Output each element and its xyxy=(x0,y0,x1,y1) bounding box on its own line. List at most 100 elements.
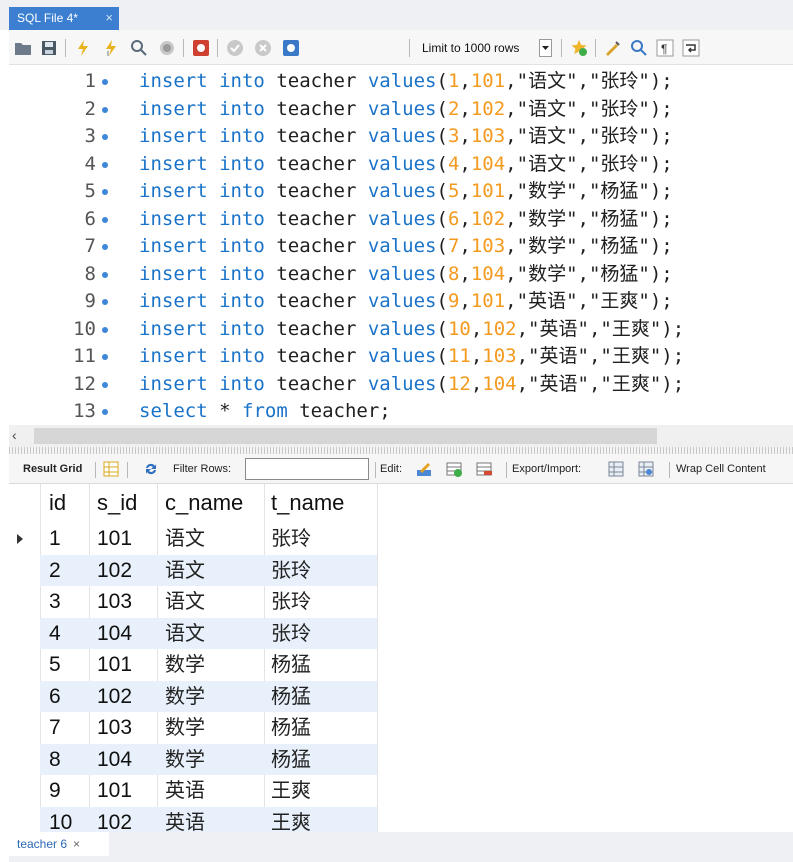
delete-row-icon[interactable] xyxy=(475,460,493,478)
result-tab-close-icon[interactable]: × xyxy=(73,837,80,851)
editor-line[interactable]: 4 insert into teacher values(4,104,"语文","… xyxy=(9,151,793,178)
execute-icon[interactable] xyxy=(73,38,93,58)
table-cell-t-name[interactable]: 杨猛 xyxy=(271,744,311,775)
table-row[interactable]: 9 101 英语 王爽 xyxy=(40,775,377,807)
table-cell-s-id[interactable]: 103 xyxy=(97,712,132,743)
table-cell-t-name[interactable]: 张玲 xyxy=(271,586,311,617)
explain-icon[interactable] xyxy=(129,38,149,58)
stop-icon[interactable] xyxy=(157,38,177,58)
invisible-chars-icon[interactable]: ¶ xyxy=(655,38,675,58)
table-cell-s-id[interactable]: 102 xyxy=(97,681,132,712)
wrap-cell-content-toggle[interactable]: Wrap Cell Content xyxy=(676,463,766,476)
table-cell-s-id[interactable]: 104 xyxy=(97,618,132,649)
execute-current-icon[interactable]: I xyxy=(101,38,121,58)
result-tab-teacher-6[interactable]: teacher 6 × xyxy=(9,832,109,856)
table-row[interactable]: 4 104 语文 张玲 xyxy=(40,617,377,649)
export-icon[interactable] xyxy=(607,460,625,478)
table-row[interactable]: 7 103 数学 杨猛 xyxy=(40,712,377,744)
table-cell-c-name[interactable]: 语文 xyxy=(165,523,205,554)
tab-sql-file-4[interactable]: SQL File 4* × xyxy=(9,7,119,30)
table-cell-c-name[interactable]: 数学 xyxy=(165,649,205,680)
table-cell-s-id[interactable]: 101 xyxy=(97,775,132,806)
table-cell-c-name[interactable]: 语文 xyxy=(165,555,205,586)
table-cell-t-name[interactable]: 张玲 xyxy=(271,523,311,554)
table-cell-c-name[interactable]: 数学 xyxy=(165,681,205,712)
table-cell-c-name[interactable]: 数学 xyxy=(165,712,205,743)
table-cell-t-name[interactable]: 王爽 xyxy=(271,775,311,806)
toggle-continue-icon[interactable] xyxy=(191,38,211,58)
table-row[interactable]: 6 102 数学 杨猛 xyxy=(40,680,377,712)
scroll-left-icon[interactable]: ‹ xyxy=(12,427,17,443)
editor-line[interactable]: 7 insert into teacher values(7,103,"数学","… xyxy=(9,233,793,260)
commit-icon[interactable] xyxy=(225,38,245,58)
beautify-icon[interactable] xyxy=(603,38,623,58)
table-cell-t-name[interactable]: 杨猛 xyxy=(271,681,311,712)
table-row[interactable]: 5 101 数学 杨猛 xyxy=(40,649,377,681)
save-icon[interactable] xyxy=(39,38,59,58)
wrap-icon[interactable] xyxy=(681,38,701,58)
table-cell-s-id[interactable]: 102 xyxy=(97,555,132,586)
table-cell-t-name[interactable]: 张玲 xyxy=(271,555,311,586)
editor-line[interactable]: 3 insert into teacher values(3,103,"语文","… xyxy=(9,123,793,150)
edit-row-icon[interactable] xyxy=(415,460,433,478)
editor-line[interactable]: 6 insert into teacher values(6,102,"数学","… xyxy=(9,206,793,233)
table-cell-id[interactable]: 3 xyxy=(49,586,61,617)
table-cell-c-name[interactable]: 英语 xyxy=(165,775,205,806)
column-header-id[interactable]: id xyxy=(49,484,66,522)
import-icon[interactable] xyxy=(637,460,655,478)
editor-line[interactable]: 10 insert into teacher values(10,102,"英语"… xyxy=(9,316,793,343)
table-cell-t-name[interactable]: 杨猛 xyxy=(271,649,311,680)
editor-tab-strip: SQL File 4* × xyxy=(0,0,793,30)
column-header-s-id[interactable]: s_id xyxy=(97,484,137,522)
table-cell-t-name[interactable]: 杨猛 xyxy=(271,712,311,743)
add-snippet-icon[interactable] xyxy=(569,38,589,58)
limit-dropdown-icon[interactable] xyxy=(539,39,552,57)
editor-line[interactable]: 11 insert into teacher values(11,103,"英语"… xyxy=(9,343,793,370)
insert-row-icon[interactable] xyxy=(445,460,463,478)
table-cell-id[interactable]: 9 xyxy=(49,775,61,806)
table-cell-id[interactable]: 5 xyxy=(49,649,61,680)
scrollbar-thumb[interactable] xyxy=(34,428,657,444)
grid-view-icon[interactable] xyxy=(102,460,120,478)
editor-line[interactable]: 13 select * from teacher; xyxy=(9,398,793,425)
editor-line[interactable]: 5 insert into teacher values(5,101,"数学","… xyxy=(9,178,793,205)
table-cell-id[interactable]: 7 xyxy=(49,712,61,743)
table-cell-id[interactable]: 4 xyxy=(49,618,61,649)
find-icon[interactable] xyxy=(629,38,649,58)
limit-rows-select[interactable]: Limit to 1000 rows xyxy=(422,39,519,57)
table-cell-s-id[interactable]: 103 xyxy=(97,586,132,617)
editor-line[interactable]: 12 insert into teacher values(12,104,"英语"… xyxy=(9,371,793,398)
autocommit-icon[interactable] xyxy=(281,38,301,58)
sql-editor[interactable]: 1 insert into teacher values(1,101,"语文","… xyxy=(9,65,793,425)
table-cell-id[interactable]: 6 xyxy=(49,681,61,712)
table-cell-c-name[interactable]: 语文 xyxy=(165,586,205,617)
editor-line[interactable]: 2 insert into teacher values(2,102,"语文","… xyxy=(9,96,793,123)
editor-horizontal-scrollbar[interactable]: ‹ xyxy=(9,425,793,447)
open-folder-icon[interactable] xyxy=(13,38,33,58)
editor-line[interactable]: 1 insert into teacher values(1,101,"语文","… xyxy=(9,68,793,95)
rollback-icon[interactable] xyxy=(253,38,273,58)
table-row[interactable]: 1 101 语文 张玲 xyxy=(40,523,377,555)
table-cell-s-id[interactable]: 104 xyxy=(97,744,132,775)
table-row[interactable]: 3 103 语文 张玲 xyxy=(40,586,377,618)
tab-close-icon[interactable]: × xyxy=(105,7,113,29)
column-header-t-name[interactable]: t_name xyxy=(271,484,344,522)
result-grid-button[interactable]: Result Grid xyxy=(23,463,82,476)
editor-line[interactable]: 8 insert into teacher values(8,104,"数学","… xyxy=(9,261,793,288)
panel-splitter[interactable] xyxy=(9,447,793,454)
table-row[interactable]: 2 102 语文 张玲 xyxy=(40,554,377,586)
column-header-c-name[interactable]: c_name xyxy=(165,484,243,522)
table-row[interactable]: 8 104 数学 杨猛 xyxy=(40,743,377,775)
table-cell-t-name[interactable]: 张玲 xyxy=(271,618,311,649)
table-cell-s-id[interactable]: 101 xyxy=(97,649,132,680)
refresh-icon[interactable] xyxy=(142,460,160,478)
table-cell-c-name[interactable]: 数学 xyxy=(165,744,205,775)
table-cell-id[interactable]: 8 xyxy=(49,744,61,775)
table-cell-id[interactable]: 1 xyxy=(49,523,61,554)
table-cell-c-name[interactable]: 语文 xyxy=(165,618,205,649)
filter-rows-input[interactable] xyxy=(245,458,369,480)
table-cell-s-id[interactable]: 101 xyxy=(97,523,132,554)
editor-line[interactable]: 9 insert into teacher values(9,101,"英语","… xyxy=(9,288,793,315)
table-cell-id[interactable]: 2 xyxy=(49,555,61,586)
result-grid[interactable]: id s_id c_name t_name 1 101 语文 张玲 2 102 语文 张玲 3 103 语文… xyxy=(9,484,793,838)
